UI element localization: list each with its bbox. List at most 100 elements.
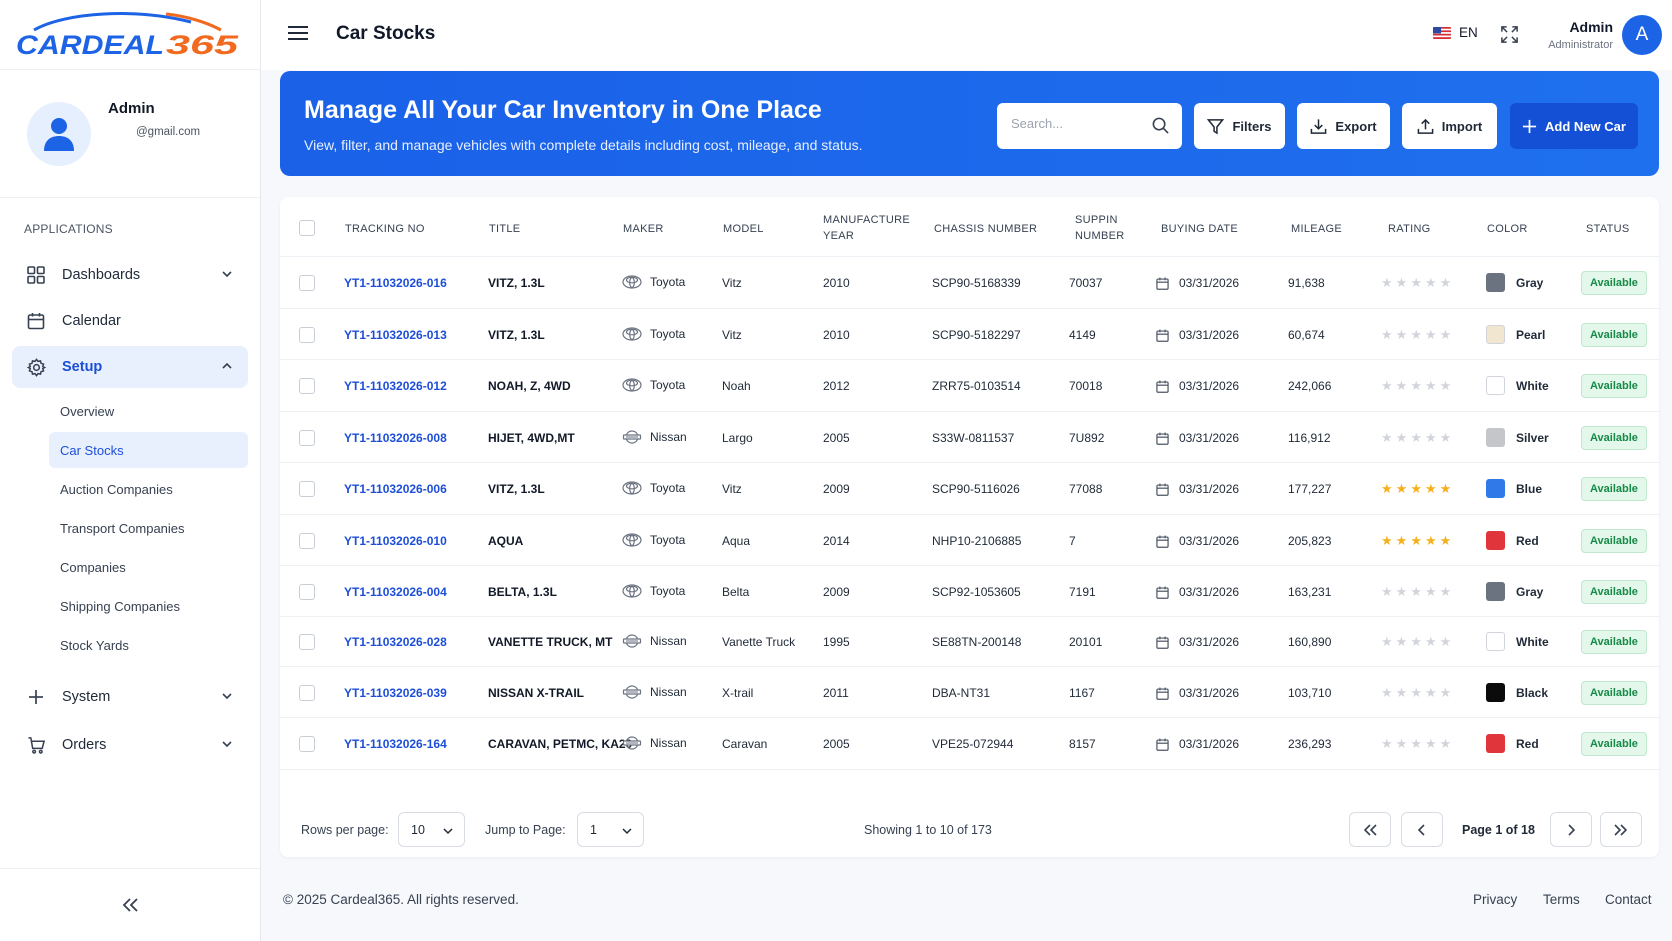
rating-stars[interactable]: ★ ★ ★ ★ ★ — [1381, 635, 1451, 648]
user-info[interactable]: Admin Administrator — [1548, 19, 1613, 51]
star-icon[interactable]: ★ — [1440, 379, 1452, 392]
star-icon[interactable]: ★ — [1410, 482, 1422, 495]
star-icon[interactable]: ★ — [1425, 328, 1437, 341]
row-checkbox[interactable] — [299, 430, 315, 446]
row-checkbox[interactable] — [299, 327, 315, 343]
sidebar-subitem-overview[interactable]: Overview — [49, 393, 248, 429]
header-title[interactable]: TITLE — [489, 221, 520, 237]
last-page-button[interactable] — [1600, 812, 1642, 847]
star-icon[interactable]: ★ — [1440, 431, 1452, 444]
header-mileage[interactable]: MILEAGE — [1291, 221, 1342, 237]
jump-to-page-select[interactable]: 1 — [577, 812, 644, 847]
sidebar-item-calendar[interactable]: Calendar — [12, 300, 248, 342]
next-page-button[interactable] — [1550, 812, 1592, 847]
search-icon[interactable] — [1151, 116, 1170, 135]
rating-stars[interactable]: ★ ★ ★ ★ ★ — [1381, 431, 1451, 444]
star-icon[interactable]: ★ — [1410, 276, 1422, 289]
row-checkbox[interactable] — [299, 736, 315, 752]
star-icon[interactable]: ★ — [1440, 686, 1452, 699]
star-icon[interactable]: ★ — [1396, 431, 1408, 444]
sidebar-subitem-car-stocks[interactable]: Car Stocks — [49, 432, 248, 468]
star-icon[interactable]: ★ — [1396, 534, 1408, 547]
star-icon[interactable]: ★ — [1381, 431, 1393, 444]
star-icon[interactable]: ★ — [1410, 585, 1422, 598]
star-icon[interactable]: ★ — [1425, 737, 1437, 750]
star-icon[interactable]: ★ — [1396, 482, 1408, 495]
collapse-sidebar-icon[interactable] — [119, 896, 141, 914]
star-icon[interactable]: ★ — [1440, 585, 1452, 598]
sidebar-subitem-transport-companies[interactable]: Transport Companies — [49, 510, 248, 546]
header-color[interactable]: COLOR — [1487, 221, 1528, 237]
tracking-number-link[interactable]: YT1-11032026-004 — [344, 585, 447, 599]
search-box[interactable] — [997, 103, 1182, 149]
header-tracking-no[interactable]: TRACKING NO — [345, 221, 425, 237]
export-button[interactable]: Export — [1297, 103, 1390, 149]
header-status[interactable]: STATUS — [1586, 221, 1630, 237]
header-model[interactable]: MODEL — [723, 221, 764, 237]
rating-stars[interactable]: ★ ★ ★ ★ ★ — [1381, 482, 1451, 495]
hamburger-menu-icon[interactable] — [287, 24, 309, 42]
tracking-number-link[interactable]: YT1-11032026-008 — [344, 431, 447, 445]
star-icon[interactable]: ★ — [1381, 328, 1393, 341]
star-icon[interactable]: ★ — [1440, 534, 1452, 547]
star-icon[interactable]: ★ — [1410, 379, 1422, 392]
tracking-number-link[interactable]: YT1-11032026-028 — [344, 635, 447, 649]
footer-link-privacy[interactable]: Privacy — [1473, 892, 1517, 907]
star-icon[interactable]: ★ — [1381, 686, 1393, 699]
footer-link-contact[interactable]: Contact — [1605, 892, 1652, 907]
star-icon[interactable]: ★ — [1425, 379, 1437, 392]
rating-stars[interactable]: ★ ★ ★ ★ ★ — [1381, 379, 1451, 392]
star-icon[interactable]: ★ — [1410, 534, 1422, 547]
star-icon[interactable]: ★ — [1425, 276, 1437, 289]
sidebar-item-system[interactable]: System — [12, 676, 248, 718]
header-maker[interactable]: MAKER — [623, 221, 664, 237]
star-icon[interactable]: ★ — [1425, 635, 1437, 648]
star-icon[interactable]: ★ — [1396, 737, 1408, 750]
sidebar-item-setup[interactable]: Setup — [12, 346, 248, 388]
star-icon[interactable]: ★ — [1396, 585, 1408, 598]
tracking-number-link[interactable]: YT1-11032026-164 — [344, 737, 447, 751]
rows-per-page-select[interactable]: 10 — [398, 812, 465, 847]
header-buying-date[interactable]: BUYING DATE — [1161, 221, 1238, 237]
star-icon[interactable]: ★ — [1381, 737, 1393, 750]
row-checkbox[interactable] — [299, 634, 315, 650]
sidebar-subitem-stock-yards[interactable]: Stock Yards — [49, 627, 248, 663]
table-row[interactable]: YT1-11032026-010 AQUA Toyota Aqua 2014 NHP10-… — [280, 515, 1659, 566]
star-icon[interactable]: ★ — [1425, 585, 1437, 598]
star-icon[interactable]: ★ — [1396, 379, 1408, 392]
row-checkbox[interactable] — [299, 275, 315, 291]
rating-stars[interactable]: ★ ★ ★ ★ ★ — [1381, 534, 1451, 547]
tracking-number-link[interactable]: YT1-11032026-016 — [344, 276, 447, 290]
table-row[interactable]: YT1-11032026-006 VITZ, 1.3L Toyota Vitz 2009… — [280, 463, 1659, 515]
header-rating[interactable]: RATING — [1388, 221, 1431, 237]
language-selector[interactable]: EN — [1433, 25, 1478, 40]
import-button[interactable]: Import — [1402, 103, 1497, 149]
tracking-number-link[interactable]: YT1-11032026-013 — [344, 328, 447, 342]
star-icon[interactable]: ★ — [1440, 276, 1452, 289]
tracking-number-link[interactable]: YT1-11032026-039 — [344, 686, 447, 700]
row-checkbox[interactable] — [299, 378, 315, 394]
tracking-number-link[interactable]: YT1-11032026-012 — [344, 379, 447, 393]
star-icon[interactable]: ★ — [1425, 482, 1437, 495]
star-icon[interactable]: ★ — [1410, 635, 1422, 648]
star-icon[interactable]: ★ — [1440, 737, 1452, 750]
star-icon[interactable]: ★ — [1410, 431, 1422, 444]
star-icon[interactable]: ★ — [1425, 686, 1437, 699]
search-input[interactable] — [1011, 116, 1151, 131]
filters-button[interactable]: Filters — [1194, 103, 1285, 149]
star-icon[interactable]: ★ — [1381, 482, 1393, 495]
star-icon[interactable]: ★ — [1396, 635, 1408, 648]
star-icon[interactable]: ★ — [1440, 635, 1452, 648]
rating-stars[interactable]: ★ ★ ★ ★ ★ — [1381, 328, 1451, 341]
table-row[interactable]: YT1-11032026-039 NISSAN X-TRAIL Nissan X-tr… — [280, 667, 1659, 718]
tracking-number-link[interactable]: YT1-11032026-006 — [344, 482, 447, 496]
header-chassis-number[interactable]: CHASSIS NUMBER — [934, 221, 1037, 237]
table-row[interactable]: YT1-11032026-028 VANETTE TRUCK, MT Nissan V… — [280, 617, 1659, 667]
star-icon[interactable]: ★ — [1410, 737, 1422, 750]
star-icon[interactable]: ★ — [1396, 276, 1408, 289]
table-row[interactable]: YT1-11032026-008 HIJET, 4WD,MT Nissan Largo… — [280, 412, 1659, 463]
rating-stars[interactable]: ★ ★ ★ ★ ★ — [1381, 737, 1451, 750]
star-icon[interactable]: ★ — [1381, 379, 1393, 392]
star-icon[interactable]: ★ — [1410, 686, 1422, 699]
row-checkbox[interactable] — [299, 584, 315, 600]
